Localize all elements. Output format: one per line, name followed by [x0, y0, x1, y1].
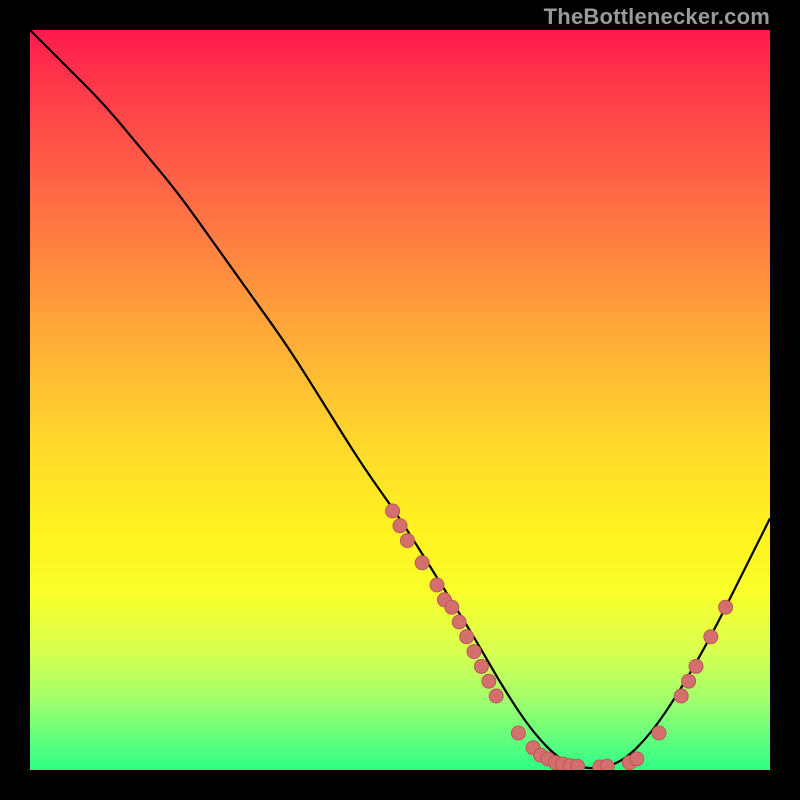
data-marker [430, 578, 444, 592]
data-marker [393, 519, 407, 533]
data-marker [689, 659, 703, 673]
watermark-text: TheBottlenecker.com [544, 4, 770, 30]
data-marker [445, 600, 459, 614]
data-marker [630, 752, 644, 766]
data-marker [682, 674, 696, 688]
data-marker [474, 659, 488, 673]
marker-layer [386, 504, 733, 770]
data-marker [482, 674, 496, 688]
data-marker [704, 630, 718, 644]
data-marker [571, 759, 585, 770]
data-marker [489, 689, 503, 703]
bottleneck-curve [30, 30, 770, 768]
data-marker [460, 630, 474, 644]
data-marker [511, 726, 525, 740]
data-marker [400, 534, 414, 548]
data-marker [719, 600, 733, 614]
chart-svg [30, 30, 770, 770]
data-marker [600, 759, 614, 770]
data-marker [674, 689, 688, 703]
data-marker [415, 556, 429, 570]
data-marker [467, 645, 481, 659]
data-marker [452, 615, 466, 629]
chart-stage: TheBottlenecker.com [0, 0, 800, 800]
data-marker [652, 726, 666, 740]
plot-area [30, 30, 770, 770]
data-marker [386, 504, 400, 518]
